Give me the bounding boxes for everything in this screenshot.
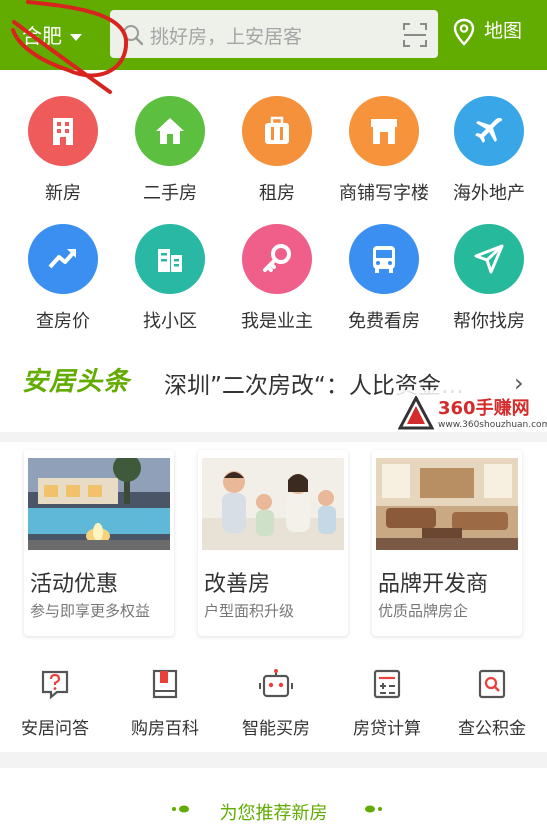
- category-new-house[interactable]: 新房: [10, 96, 116, 205]
- promo-card-events[interactable]: 活动优惠 参与即享更多权益: [24, 450, 174, 636]
- tool-smart-buy[interactable]: 智能买房: [221, 668, 331, 739]
- category-overseas[interactable]: 海外地产: [436, 96, 542, 205]
- airplane-icon: [454, 96, 524, 166]
- robot-icon: [259, 669, 293, 698]
- category-check-price[interactable]: 查房价: [10, 224, 116, 333]
- storefront-icon: [349, 96, 419, 166]
- promo-card-upgrade[interactable]: 改善房 户型面积升级: [198, 450, 348, 636]
- category-find-community[interactable]: 找小区: [117, 224, 223, 333]
- recommend-title: 为您推荐新房: [219, 803, 328, 824]
- bus-icon: [349, 224, 419, 294]
- category-label: 租房: [259, 183, 295, 204]
- location-pin-icon: [453, 18, 475, 46]
- category-commercial[interactable]: 商铺写字楼: [331, 96, 437, 205]
- category-label: 找小区: [143, 311, 197, 332]
- category-free-viewing[interactable]: 免费看房: [331, 224, 437, 333]
- living-room-photo: [376, 458, 518, 550]
- book-icon: [152, 669, 178, 699]
- category-second-hand[interactable]: 二手房: [117, 96, 223, 205]
- house-icon: [135, 96, 205, 166]
- tool-housing-fund[interactable]: 查公积金: [437, 668, 547, 739]
- watermark-url: www.360shouzhuan.com: [438, 420, 547, 430]
- tool-label: 安居问答: [21, 719, 89, 739]
- tool-label: 查公积金: [458, 719, 526, 739]
- magnifier-doc-icon: [478, 669, 506, 699]
- scan-icon[interactable]: [402, 22, 428, 48]
- category-label: 海外地产: [453, 183, 525, 204]
- pool-villa-photo: [28, 458, 170, 550]
- leaf-right-icon: [365, 805, 382, 813]
- tool-encyclopedia[interactable]: 购房百科: [110, 668, 220, 739]
- tool-qa[interactable]: 安居问答: [0, 668, 110, 739]
- promo-subtitle: 参与即享更多权益: [30, 602, 151, 620]
- category-label: 帮你找房: [453, 311, 525, 332]
- search-icon: [123, 25, 144, 46]
- chevron-down-icon: [70, 34, 82, 41]
- promo-title: 改善房: [204, 572, 271, 597]
- search-placeholder: 挑好房，上安居客: [150, 26, 303, 48]
- family-photo: [202, 458, 344, 550]
- map-label: 地图: [484, 20, 523, 42]
- tool-label: 购房百科: [131, 719, 199, 739]
- navigation-arrow-icon: [454, 224, 524, 294]
- promo-subtitle: 优质品牌房企: [378, 602, 469, 620]
- tool-label: 智能买房: [242, 719, 310, 739]
- category-label: 二手房: [143, 183, 197, 204]
- top-bar: 合肥 挑好房，上安居客 地图: [0, 0, 547, 70]
- section-divider: [0, 432, 547, 442]
- category-label: 查房价: [36, 311, 90, 332]
- key-icon: [242, 224, 312, 294]
- city-selector[interactable]: 合肥: [22, 20, 82, 49]
- city-label: 合肥: [22, 24, 62, 48]
- promo-card-brand-developer[interactable]: 品牌开发商 优质品牌房企: [372, 450, 522, 636]
- tool-label: 房贷计算: [353, 719, 421, 739]
- trend-up-icon: [28, 224, 98, 294]
- category-help-find[interactable]: 帮你找房: [436, 224, 542, 333]
- watermark: 360手赚网 www.360shouzhuan.com: [394, 390, 547, 438]
- category-label: 我是业主: [241, 311, 313, 332]
- promo-title: 品牌开发商: [378, 572, 489, 597]
- suitcase-icon: [242, 96, 312, 166]
- recommend-section-header: 为您推荐新房: [0, 768, 547, 831]
- promo-subtitle: 户型面积升级: [204, 602, 295, 620]
- watermark-logo-icon: [398, 396, 434, 430]
- category-rent[interactable]: 租房: [224, 96, 330, 205]
- map-button[interactable]: 地图: [452, 16, 522, 46]
- question-icon: [41, 670, 69, 700]
- promo-title: 活动优惠: [30, 572, 119, 597]
- news-brand: 安居头条: [22, 367, 131, 397]
- category-label: 新房: [45, 183, 81, 204]
- watermark-title: 360手赚网: [438, 398, 530, 419]
- category-label: 商铺写字楼: [339, 183, 429, 204]
- tool-mortgage-calc[interactable]: 房贷计算: [332, 668, 442, 739]
- building-icon: [28, 96, 98, 166]
- calculator-icon: [373, 669, 401, 699]
- category-label: 免费看房: [348, 311, 420, 332]
- search-input[interactable]: 挑好房，上安居客: [110, 10, 438, 58]
- apartment-icon: [135, 224, 205, 294]
- section-divider: [0, 752, 547, 768]
- category-owner[interactable]: 我是业主: [224, 224, 330, 333]
